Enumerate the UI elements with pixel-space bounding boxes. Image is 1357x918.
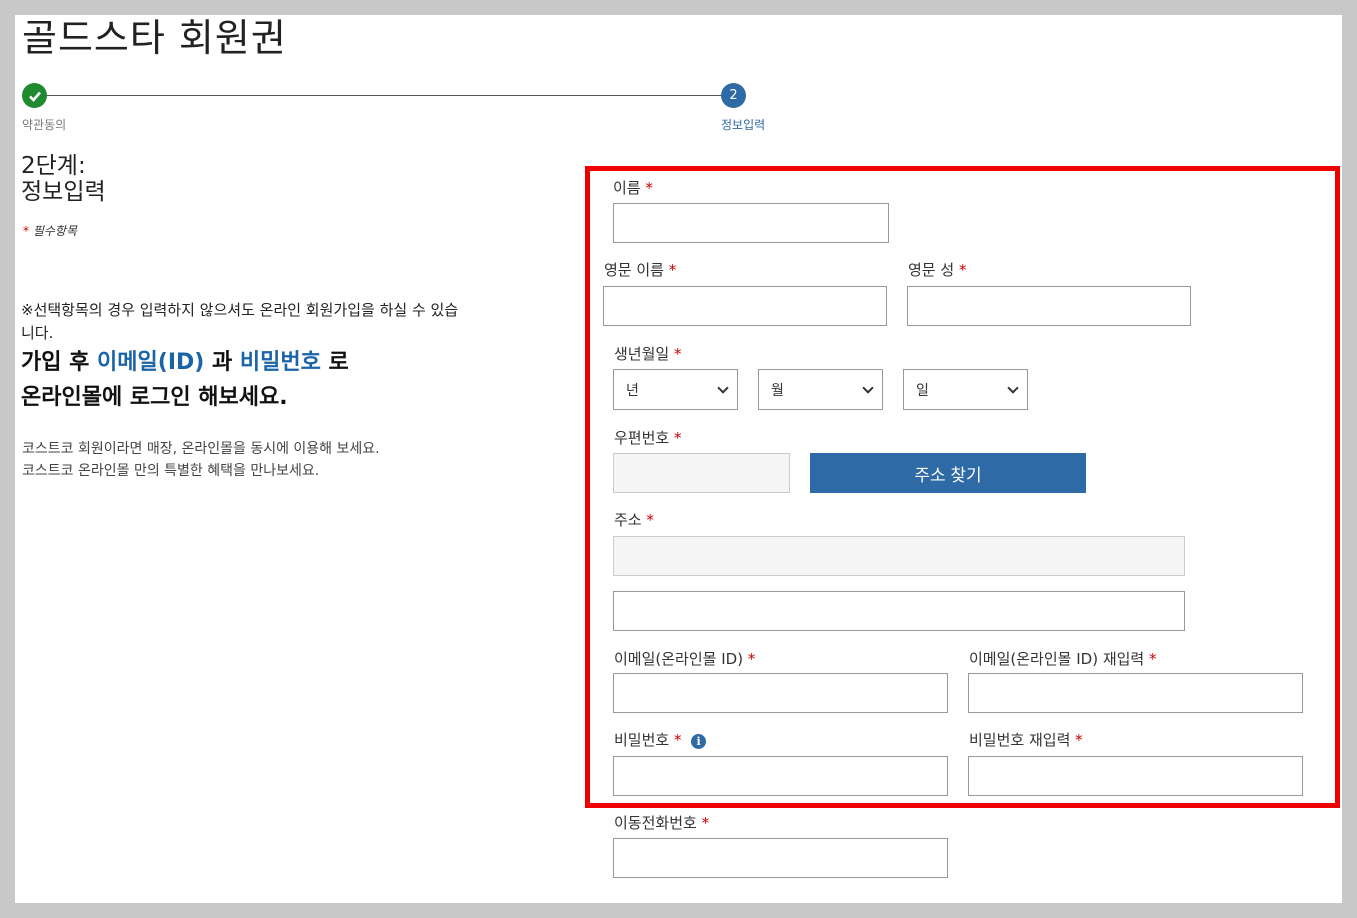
info-icon[interactable]: i [691, 734, 707, 749]
required-mark: * [701, 814, 710, 832]
postal-code-label: 우편번호 * [614, 427, 681, 448]
step-current: 2 [721, 83, 746, 108]
chevron-down-icon [1007, 381, 1019, 394]
english-first-name-input[interactable] [603, 286, 887, 326]
find-address-button[interactable]: 주소 찾기 [810, 453, 1086, 493]
password-input[interactable] [613, 756, 948, 796]
required-mark: * [747, 650, 756, 668]
info-line2: 코스트코 온라인몰 만의 특별한 혜택을 만나보세요. [22, 463, 320, 479]
password-label-text: 비밀번호 [614, 731, 670, 749]
postal-code-label-text: 우편번호 [614, 429, 670, 447]
check-icon [28, 91, 41, 102]
mobile-input[interactable] [613, 838, 948, 878]
promo-line1: 가입 후 이메일(ID) 과 비밀번호 로 [21, 345, 349, 380]
step-label-info: 정보입력 [721, 118, 766, 132]
email-confirm-label-text: 이메일(온라인몰 ID) 재입력 [969, 650, 1145, 668]
address-input[interactable] [613, 536, 1185, 576]
required-mark: * [1075, 731, 1083, 749]
step-label-terms: 약관동의 [22, 118, 67, 132]
email-label: 이메일(온라인몰 ID) * [614, 648, 755, 669]
stage-line2: 정보입력 [21, 179, 106, 205]
chevron-down-icon [862, 381, 874, 394]
name-label-text: 이름 [613, 179, 641, 197]
required-mark: * [673, 429, 682, 447]
required-mark: * [958, 261, 967, 279]
email-input[interactable] [613, 673, 948, 713]
required-note: * 필수항목 [23, 222, 77, 239]
promo-password: 비밀번호 [239, 350, 321, 375]
address-label: 주소 * [614, 509, 654, 530]
english-last-name-input[interactable] [907, 286, 1191, 326]
birth-day-value: 일 [916, 382, 929, 399]
required-note-text: 필수항목 [32, 224, 77, 238]
optional-note: ※선택항목의 경우 입력하지 않으셔도 온라인 회원가입을 하실 수 있습니다. [21, 301, 459, 342]
step-completed [22, 83, 47, 108]
stepper-line [35, 95, 733, 96]
chevron-down-icon [717, 381, 729, 394]
promo-part2: 과 [204, 350, 240, 375]
promo-email: 이메일(ID) [97, 350, 205, 375]
english-first-name-label-text: 영문 이름 [604, 261, 664, 279]
required-mark: * [668, 261, 677, 279]
stage-line1: 2단계: [21, 153, 86, 179]
email-label-text: 이메일(온라인몰 ID) [614, 650, 744, 668]
promo-text: 가입 후 이메일(ID) 과 비밀번호 로 온라인몰에 로그인 해보세요. [21, 345, 349, 415]
mobile-label-text: 이동전화번호 [614, 814, 697, 832]
required-mark: * [646, 511, 654, 529]
info-text: 코스트코 회원이라면 매장, 온라인몰을 동시에 이용해 보세요. 코스트코 온… [22, 438, 380, 482]
promo-line2: 온라인몰에 로그인 해보세요. [21, 385, 288, 410]
info-line1: 코스트코 회원이라면 매장, 온라인몰을 동시에 이용해 보세요. [22, 441, 380, 457]
promo-part3: 로 [320, 350, 349, 375]
address-detail-input[interactable] [613, 591, 1185, 631]
birthdate-label: 생년월일 * [614, 343, 681, 364]
password-confirm-label-text: 비밀번호 재입력 [969, 731, 1071, 749]
required-mark: * [1149, 650, 1157, 668]
english-first-name-label: 영문 이름 * [604, 259, 676, 280]
email-confirm-label: 이메일(온라인몰 ID) 재입력 * [969, 648, 1157, 669]
email-confirm-input[interactable] [968, 673, 1303, 713]
stage-heading: 2단계: 정보입력 [21, 153, 106, 205]
birth-month-select[interactable]: 월 [758, 369, 883, 410]
promo-part1: 가입 후 [21, 350, 98, 375]
required-mark: * [23, 224, 29, 238]
address-label-text: 주소 [614, 511, 642, 529]
name-input[interactable] [613, 203, 889, 243]
name-label: 이름 * [613, 177, 653, 198]
signup-page: 골드스타 회원권 약관동의 2 정보입력 2단계: 정보입력 * 필수항목 ※선… [15, 15, 1342, 903]
birth-year-select[interactable]: 년 [613, 369, 738, 410]
required-mark: * [673, 731, 682, 749]
password-confirm-label: 비밀번호 재입력 * [969, 729, 1083, 750]
required-mark: * [673, 345, 682, 363]
birth-year-value: 년 [626, 382, 639, 399]
page-title: 골드스타 회원권 [22, 16, 287, 60]
mobile-label: 이동전화번호 * [614, 812, 709, 833]
birth-day-select[interactable]: 일 [903, 369, 1028, 410]
birthdate-label-text: 생년월일 [614, 345, 670, 363]
required-mark: * [645, 179, 653, 197]
english-last-name-label-text: 영문 성 [908, 261, 955, 279]
english-last-name-label: 영문 성 * [908, 259, 966, 280]
postal-code-input[interactable] [613, 453, 790, 493]
birth-month-value: 월 [771, 382, 784, 399]
password-label: 비밀번호 * i [614, 729, 707, 750]
password-confirm-input[interactable] [968, 756, 1303, 796]
